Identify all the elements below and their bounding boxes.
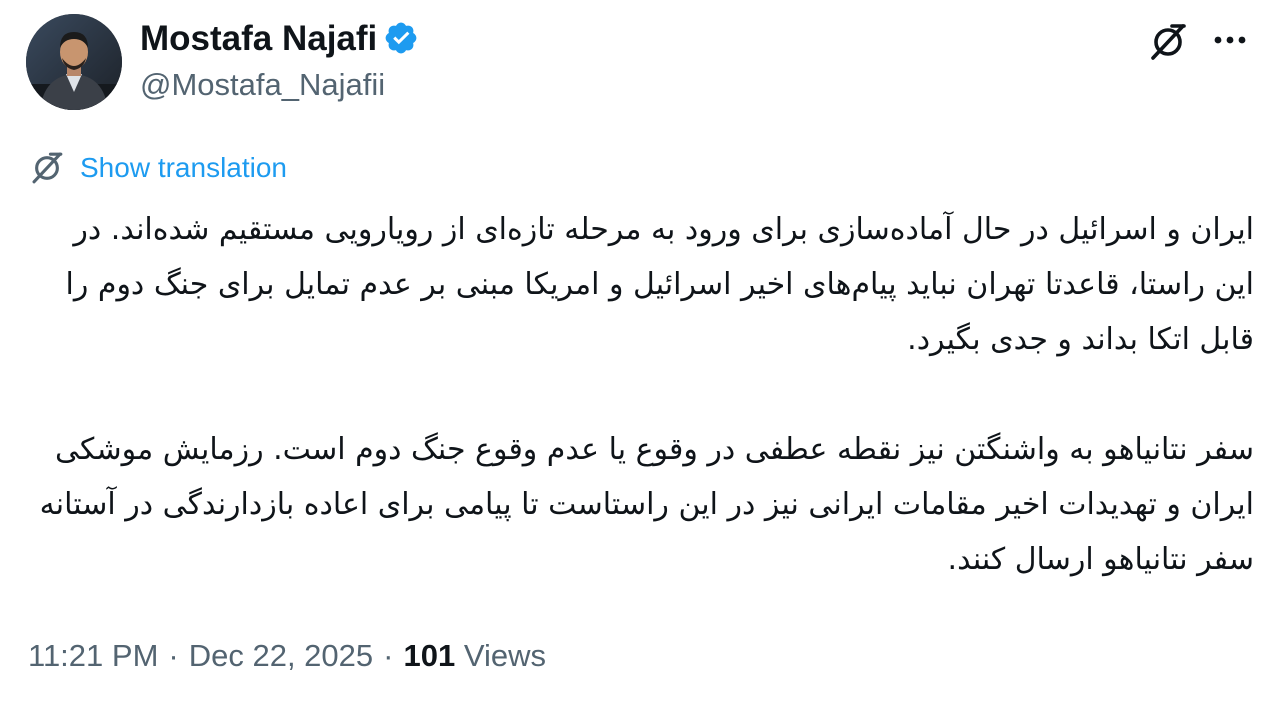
tweet-time[interactable]: 11:21 PM [28,638,158,673]
views-label[interactable]: Views [464,638,546,673]
show-translation-link[interactable]: Show translation [28,148,287,188]
meta-separator: · [383,638,394,673]
translate-icon[interactable] [1146,20,1190,64]
display-name-text: Mostafa Najafi [140,19,378,58]
author-display-name[interactable]: Mostafa Najafi [140,18,419,60]
meta-separator: · [168,638,179,673]
more-options-icon[interactable] [1208,22,1252,58]
tweet-paragraph: ایران و اسرائیل در حال آماده‌سازی برای و… [65,212,1254,357]
tweet-text: ایران و اسرائیل در حال آماده‌سازی برای و… [26,202,1254,587]
tweet-date[interactable]: Dec 22, 2025 [189,638,373,673]
translate-icon [32,152,63,184]
tweet-paragraph: سفر نتانیاهو به واشنگتن نیز نقطه عطفی در… [39,432,1254,577]
verified-badge-icon [385,22,417,54]
avatar[interactable] [26,14,122,110]
tweet-meta: 11:21 PM · Dec 22, 2025 · 101 Views [28,634,546,678]
author-handle[interactable]: @Mostafa_Najafii [140,66,385,104]
show-translation-label: Show translation [80,152,288,183]
avatar-photo [26,14,122,110]
views-count[interactable]: 101 [403,638,455,673]
